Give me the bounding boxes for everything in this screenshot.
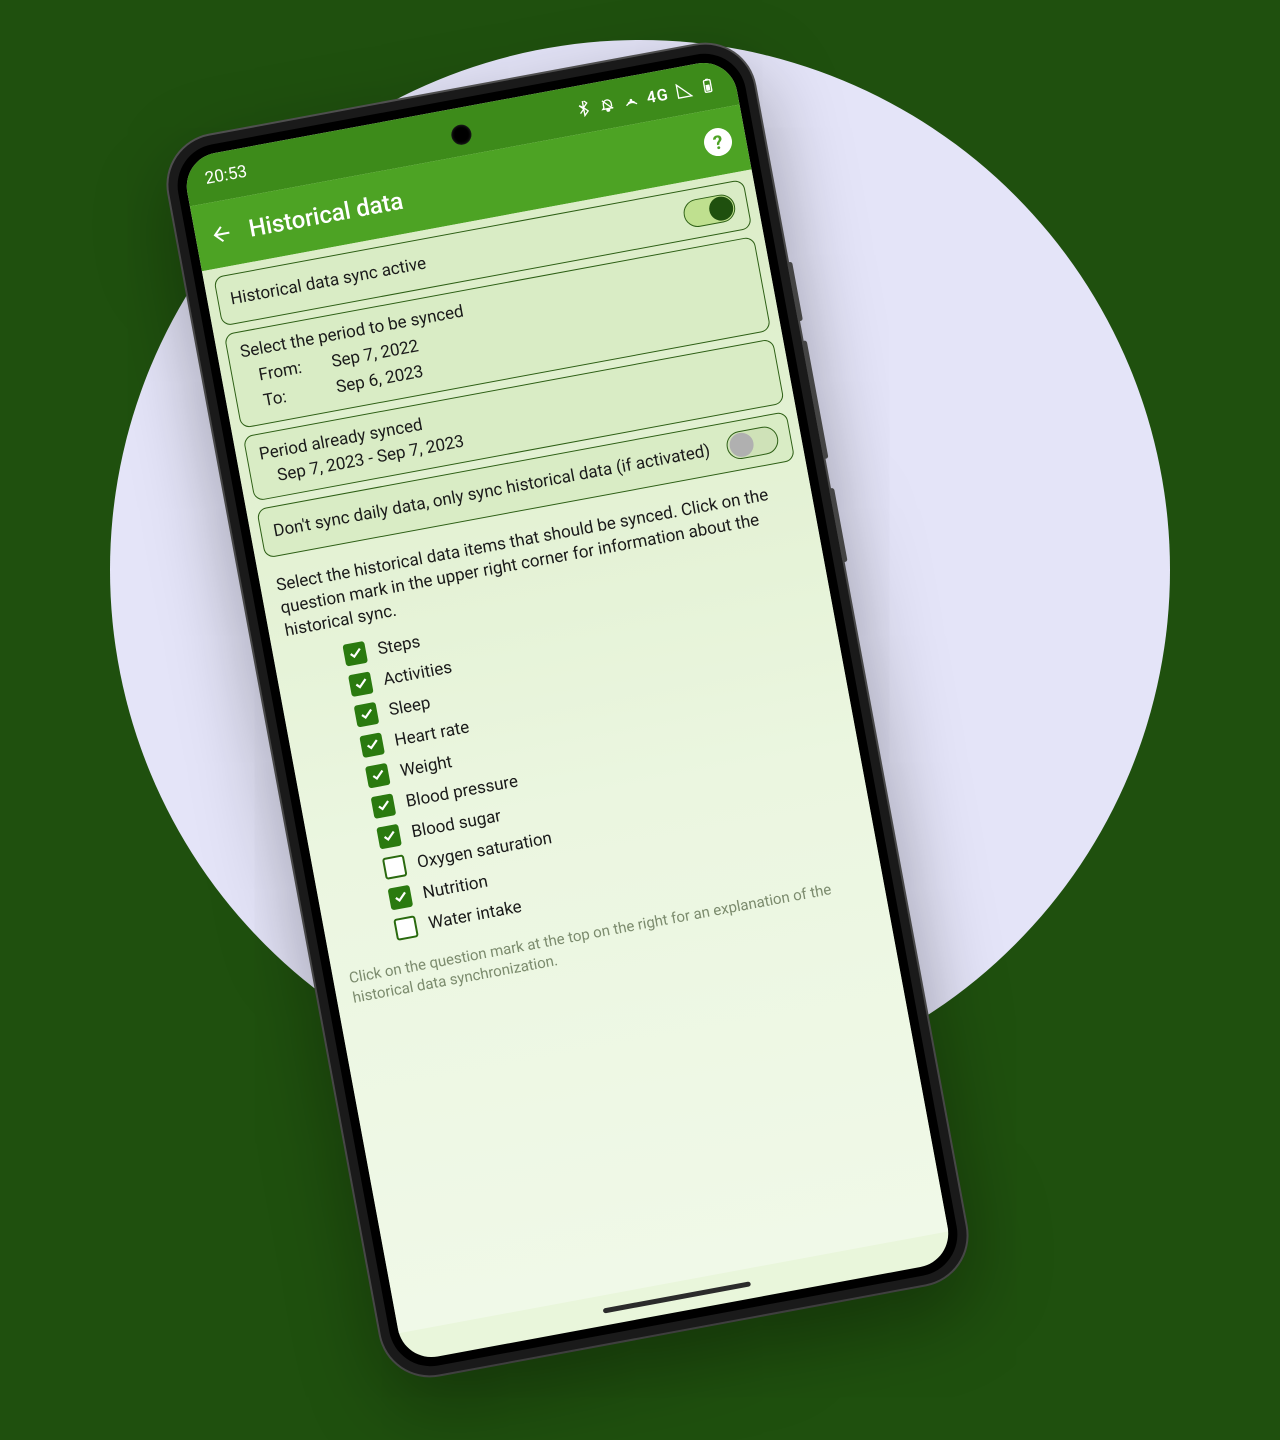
data-item-label: Nutrition	[421, 871, 489, 903]
checkbox[interactable]	[348, 671, 374, 697]
data-item-label: Sleep	[387, 693, 432, 720]
checkbox[interactable]	[371, 793, 397, 819]
signal-icon	[675, 81, 694, 100]
period-to-label: To:	[262, 382, 317, 411]
data-item-label: Blood sugar	[410, 806, 503, 842]
data-item-label: Weight	[399, 752, 454, 781]
back-icon[interactable]	[207, 220, 235, 248]
checkbox[interactable]	[365, 763, 391, 789]
checkbox[interactable]	[388, 885, 414, 911]
notifications-off-icon	[598, 95, 617, 114]
sync-active-toggle[interactable]	[681, 192, 737, 229]
checkbox[interactable]	[376, 824, 402, 850]
bluetooth-icon	[574, 100, 593, 119]
checkbox[interactable]	[342, 641, 368, 667]
battery-icon	[698, 77, 717, 96]
hotspot-icon	[622, 91, 641, 110]
checkbox[interactable]	[359, 732, 385, 758]
status-time: 20:53	[203, 162, 248, 189]
data-item-label: Activities	[382, 657, 454, 689]
checkbox[interactable]	[382, 854, 408, 880]
checkbox[interactable]	[354, 702, 380, 728]
only-historical-toggle[interactable]	[724, 424, 780, 461]
data-item-label: Steps	[376, 632, 422, 660]
help-icon[interactable]: ?	[702, 126, 735, 159]
data-item-label: Heart rate	[393, 717, 471, 750]
network-label: 4G	[645, 84, 670, 107]
period-from-label: From:	[257, 356, 312, 385]
data-item-label: Water intake	[427, 897, 523, 934]
checkbox[interactable]	[393, 915, 419, 941]
